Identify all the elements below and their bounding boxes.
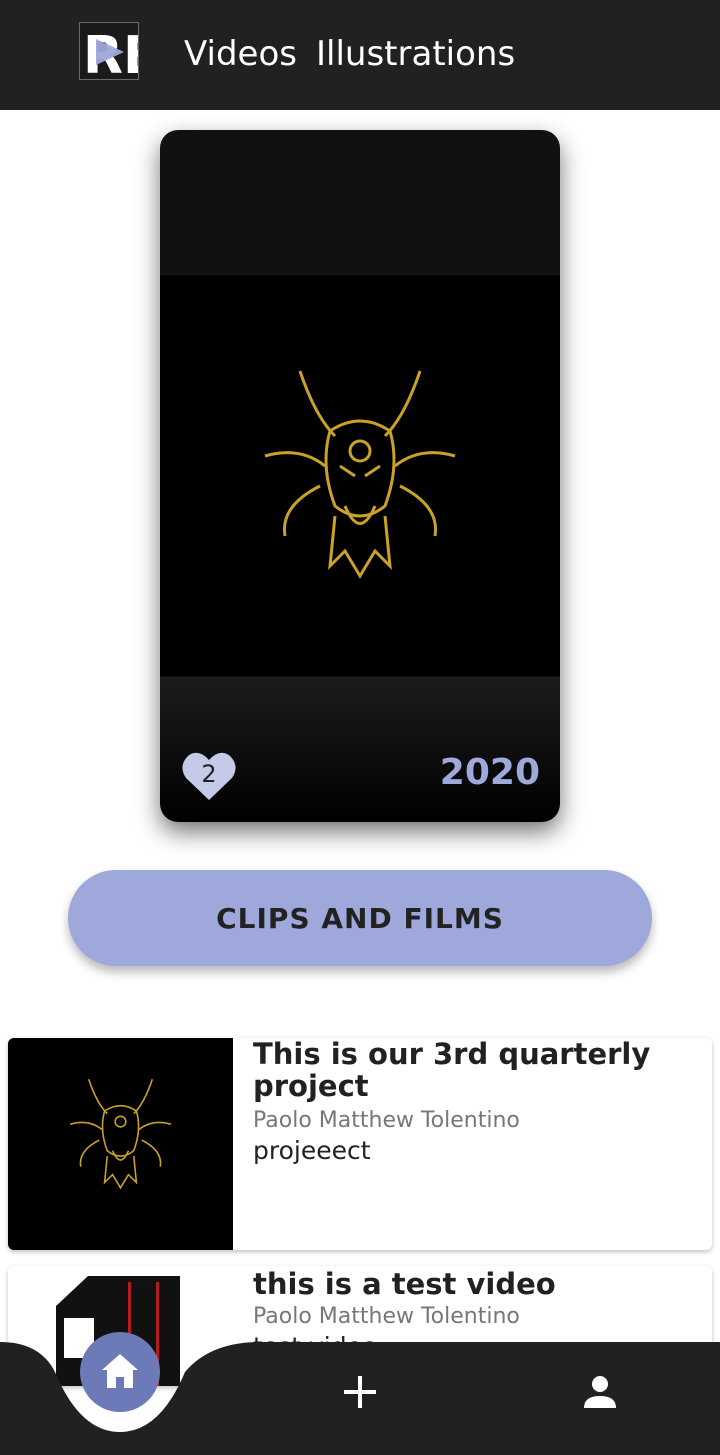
app-header: RE Videos Illustrations bbox=[0, 0, 720, 110]
app-logo[interactable]: RE bbox=[79, 22, 159, 86]
dragon-artwork bbox=[264, 370, 456, 579]
nav-illustrations-link[interactable]: Illustrations bbox=[316, 34, 515, 74]
video-thumbnail bbox=[8, 1038, 233, 1250]
featured-video-card[interactable]: 2 2020 bbox=[160, 130, 560, 822]
video-list-item[interactable]: This is our 3rd quarterly project Paolo … bbox=[8, 1038, 712, 1250]
add-button[interactable] bbox=[330, 1362, 390, 1422]
dragon-thumbnail-art bbox=[69, 1078, 172, 1190]
home-icon bbox=[102, 1354, 138, 1388]
video-title: this is a test video bbox=[253, 1267, 556, 1301]
video-description: projeeect bbox=[253, 1136, 371, 1165]
video-author: Paolo Matthew Tolentino bbox=[253, 1304, 520, 1329]
clips-and-films-button[interactable]: CLIPS AND FILMS bbox=[68, 870, 652, 966]
home-button[interactable] bbox=[80, 1332, 160, 1412]
video-author: Paolo Matthew Tolentino bbox=[253, 1108, 520, 1133]
person-icon bbox=[584, 1376, 616, 1408]
video-title: This is our 3rd quarterly project bbox=[253, 1038, 651, 1103]
plus-icon bbox=[344, 1376, 376, 1408]
featured-year: 2020 bbox=[439, 752, 540, 793]
featured-thumbnail bbox=[160, 276, 560, 676]
profile-button[interactable] bbox=[570, 1362, 630, 1422]
nav-videos-link[interactable]: Videos bbox=[184, 34, 297, 74]
like-count: 2 bbox=[201, 760, 217, 788]
logo-mark: RE bbox=[83, 26, 159, 86]
